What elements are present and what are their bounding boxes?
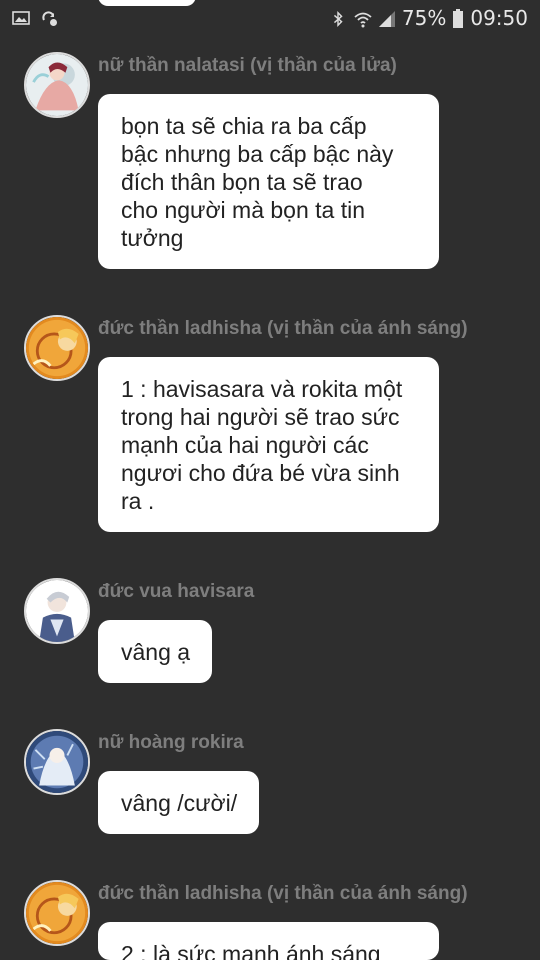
- avatar[interactable]: [24, 880, 90, 946]
- battery-icon: [452, 9, 464, 28]
- avatar[interactable]: [24, 729, 90, 795]
- sender-name: đức thần ladhisha (vị thần của ánh sáng): [98, 883, 468, 904]
- sync-icon: [40, 9, 58, 27]
- sender-name: đức thần ladhisha (vị thần của ánh sáng): [98, 318, 468, 339]
- gallery-icon: [12, 9, 30, 27]
- signal-icon: [378, 9, 396, 27]
- wifi-icon: [354, 9, 372, 28]
- sender-name: đức vua havisara: [98, 581, 255, 602]
- sender-name: nữ thần nalatasi (vị thần của lửa): [98, 55, 397, 76]
- status-bar: 75% 09:50: [0, 0, 540, 36]
- battery-percent: 75%: [401, 6, 447, 30]
- status-right-group: 75% 09:50: [330, 6, 528, 30]
- sender-name: nữ hoàng rokira: [98, 732, 244, 753]
- message-bubble[interactable]: vâng /cười/: [98, 771, 260, 834]
- bluetooth-icon: [330, 9, 348, 27]
- message-bubble[interactable]: bọn ta sẽ chia ra ba cấp bậc nhưng ba cấ…: [98, 94, 439, 269]
- message-bubble[interactable]: 1 : havisasara và rokita một trong hai n…: [98, 357, 439, 532]
- avatar[interactable]: [24, 52, 90, 118]
- message-bubble[interactable]: 2 : là sức mạnh ánh sáng: [98, 922, 439, 960]
- status-left-icons: [12, 9, 58, 27]
- avatar[interactable]: [24, 315, 90, 381]
- avatar[interactable]: [24, 578, 90, 644]
- message-bubble[interactable]: vâng ạ: [98, 620, 213, 683]
- clock: 09:50: [470, 6, 528, 30]
